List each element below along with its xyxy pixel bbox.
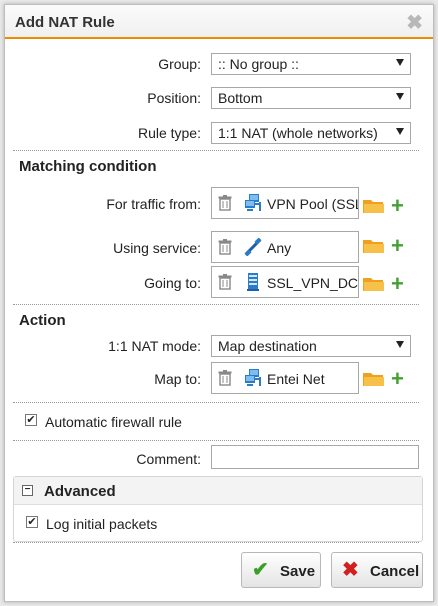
traffic-from-value: VPN Pool (SSL)	[267, 196, 359, 212]
chevron-down-icon	[396, 93, 404, 100]
chevron-down-icon	[396, 59, 404, 66]
add-icon[interactable]: +	[391, 195, 404, 217]
checkmark-icon: ✔	[252, 559, 269, 581]
log-packets-label: Log initial packets	[46, 516, 158, 532]
folder-icon[interactable]	[363, 198, 385, 217]
nat-mode-select-value: Map destination	[218, 338, 317, 354]
rule-type-select-value: 1:1 NAT (whole networks)	[218, 125, 378, 141]
position-label: Position:	[147, 90, 201, 106]
group-label: Group:	[158, 56, 201, 72]
service-value: Any	[267, 240, 292, 256]
folder-icon[interactable]	[363, 238, 385, 257]
save-button[interactable]: ✔ Save	[241, 552, 321, 588]
group-select[interactable]: :: No group ::	[211, 53, 411, 75]
dialog-titlebar[interactable]: Add NAT Rule ✖	[5, 5, 433, 39]
trash-icon[interactable]	[218, 239, 232, 258]
add-icon[interactable]: +	[391, 368, 404, 390]
trash-icon[interactable]	[218, 370, 232, 389]
rule-type-label: Rule type:	[137, 125, 201, 141]
separator	[13, 402, 419, 403]
cross-icon: ✖	[342, 559, 359, 581]
folder-icon[interactable]	[363, 371, 385, 390]
trash-icon[interactable]	[218, 195, 232, 214]
dialog-title: Add NAT Rule	[15, 14, 115, 31]
map-to-field[interactable]: Entei Net	[211, 362, 359, 394]
nat-mode-label: 1:1 NAT mode:	[108, 338, 201, 354]
comment-label: Comment:	[136, 451, 201, 467]
advanced-header[interactable]: − Advanced	[14, 477, 422, 505]
map-to-value: Entei Net	[267, 371, 325, 387]
log-packets-checkbox[interactable]: ✔	[26, 516, 38, 528]
going-to-value: SSL_VPN_DC	[267, 275, 359, 291]
map-to-label: Map to:	[154, 371, 201, 387]
service-any-icon	[244, 237, 262, 259]
add-icon[interactable]: +	[391, 273, 404, 295]
add-icon[interactable]: +	[391, 235, 404, 257]
chevron-down-icon	[396, 128, 404, 135]
separator	[13, 440, 419, 441]
cancel-button[interactable]: ✖ Cancel	[331, 552, 423, 588]
service-field[interactable]: Any	[211, 231, 359, 263]
action-title: Action	[19, 312, 66, 329]
going-to-label: Going to:	[144, 275, 201, 291]
group-select-value: :: No group ::	[218, 56, 299, 72]
collapse-icon[interactable]: −	[22, 485, 33, 496]
network-icon	[244, 194, 262, 215]
add-nat-rule-dialog: Add NAT Rule ✖ Group: :: No group :: Pos…	[4, 4, 434, 602]
nat-mode-select[interactable]: Map destination	[211, 335, 411, 357]
traffic-from-label: For traffic from:	[106, 196, 201, 212]
position-select[interactable]: Bottom	[211, 87, 411, 109]
trash-icon[interactable]	[218, 274, 232, 293]
advanced-title: Advanced	[44, 483, 116, 500]
close-icon[interactable]: ✖	[406, 10, 423, 35]
position-select-value: Bottom	[218, 90, 263, 106]
going-to-field[interactable]: SSL_VPN_DC	[211, 266, 359, 298]
separator	[13, 542, 419, 543]
network-icon	[244, 369, 262, 390]
auto-firewall-checkbox[interactable]: ✔	[25, 414, 37, 426]
auto-firewall-label: Automatic firewall rule	[45, 414, 182, 430]
folder-icon[interactable]	[363, 276, 385, 295]
save-button-label: Save	[280, 563, 316, 580]
service-label: Using service:	[113, 240, 201, 256]
matching-condition-title: Matching condition	[19, 158, 157, 175]
comment-input[interactable]	[211, 445, 419, 469]
chevron-down-icon	[396, 341, 404, 348]
advanced-panel: − Advanced ✔ Log initial packets	[13, 476, 423, 542]
separator	[13, 304, 419, 305]
host-icon	[244, 273, 262, 294]
cancel-button-label: Cancel	[370, 563, 420, 580]
traffic-from-field[interactable]: VPN Pool (SSL)	[211, 187, 359, 219]
rule-type-select[interactable]: 1:1 NAT (whole networks)	[211, 122, 411, 144]
separator	[13, 150, 419, 151]
